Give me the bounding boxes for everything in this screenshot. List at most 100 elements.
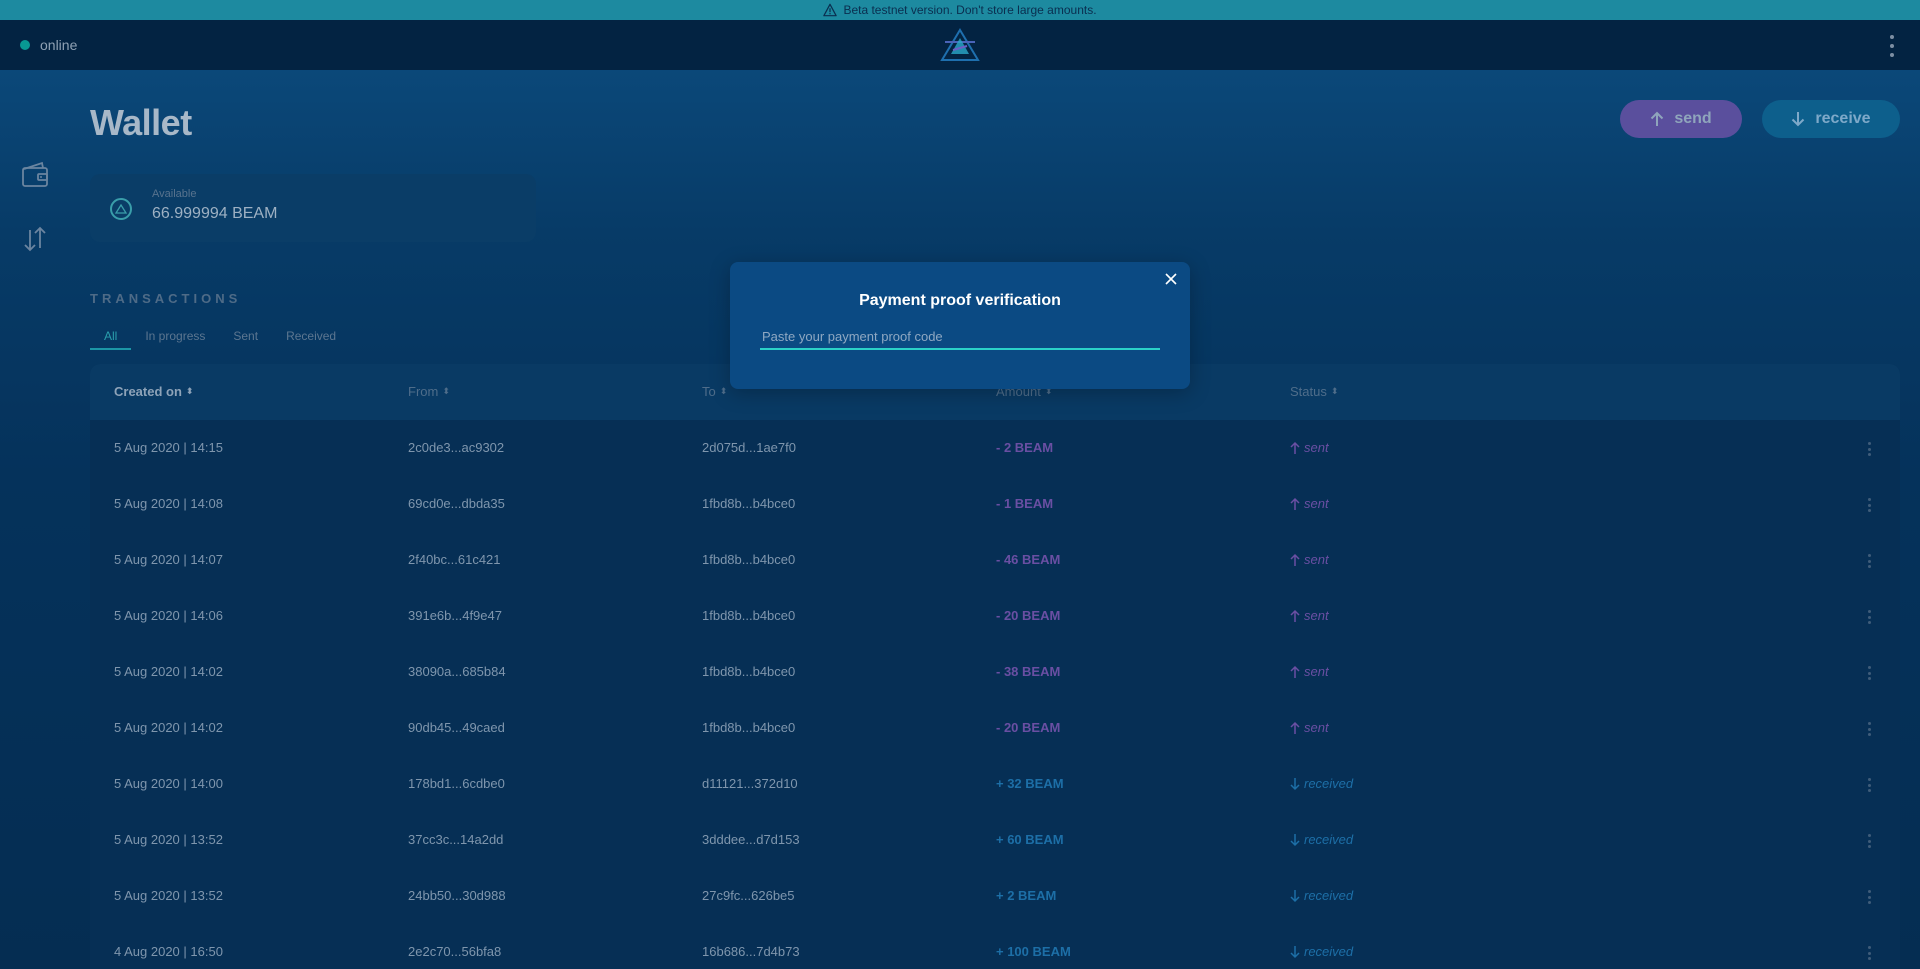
send-button-label: send [1674,110,1712,127]
dialog-title: Payment proof verification [859,292,1061,309]
table-row[interactable]: 5 Aug 2020 | 14:15 2c0de3...ac9302 2d075d.… [90,420,1900,476]
balance-label: Available [152,188,197,200]
to-address-cell: 3dddee...d7d153 [702,832,800,847]
from-address-cell: 90db45...49caed [408,720,505,735]
sort-icon: ⬍ [1330,386,1339,396]
from-address-cell: 178bd1...6cdbe0 [408,776,505,791]
status-label: received [1304,776,1354,791]
arrow-up-icon [1290,497,1300,510]
row-menu-icon[interactable] [1868,834,1872,848]
row-menu-icon[interactable] [1868,554,1872,568]
status-label: sent [1304,608,1329,623]
status-label: received [1304,888,1354,903]
table-row[interactable]: 5 Aug 2020 | 14:06 391e6b...4f9e47 1fbd8b.… [90,588,1900,644]
column-status[interactable]: Status ⬍ [1290,384,1338,399]
balance-card: Available 66.999994 BEAM [90,174,536,242]
to-address-cell: 27c9fc...626be5 [702,888,795,903]
row-menu-icon[interactable] [1868,778,1872,792]
created-on-cell: 5 Aug 2020 | 14:00 [114,776,223,791]
created-on-cell: 5 Aug 2020 | 13:52 [114,832,223,847]
to-address-cell: 1fbd8b...b4bce0 [702,608,796,623]
amount-cell: - 38 BEAM [996,664,1061,679]
row-menu-icon[interactable] [1868,442,1872,456]
more-vertical-icon[interactable] [1886,32,1898,60]
row-menu-icon[interactable] [1868,946,1872,960]
wallet-icon[interactable] [18,158,52,192]
beam-coin-icon [110,198,132,220]
close-icon[interactable] [1162,270,1180,288]
status-cell: sent [1290,440,1329,455]
from-address-cell: 2f40bc...61c421 [408,552,501,567]
top-header: online [0,20,1920,70]
amount-cell: - 1 BEAM [996,496,1054,511]
status-label: sent [1304,496,1329,511]
table-row[interactable]: 4 Aug 2020 | 16:50 2e2c70...56bfa8 16b686.… [90,924,1900,969]
arrow-up-icon [1290,609,1300,622]
amount-cell: - 2 BEAM [996,440,1054,455]
from-address-cell: 391e6b...4f9e47 [408,608,502,623]
to-address-cell: 1fbd8b...b4bce0 [702,496,796,511]
table-row[interactable]: 5 Aug 2020 | 14:08 69cd0e...dbda35 1fbd8b.… [90,476,1900,532]
from-address-cell: 2c0de3...ac9302 [408,440,505,455]
table-row[interactable]: 5 Aug 2020 | 14:00 178bd1...6cdbe0 d11121.… [90,756,1900,812]
balance-value: 66.999994 BEAM [152,205,278,222]
amount-cell: - 20 BEAM [996,608,1061,623]
table-row[interactable]: 5 Aug 2020 | 14:07 2f40bc...61c421 1fbd8b.… [90,532,1900,588]
tab-in-progress[interactable]: In progress [131,328,219,350]
status-label: sent [1304,664,1329,679]
created-on-cell: 5 Aug 2020 | 14:06 [114,608,223,623]
table-row[interactable]: 5 Aug 2020 | 13:52 24bb50...30d988 27c9fc.… [90,868,1900,924]
from-address-cell: 24bb50...30d988 [408,888,506,903]
send-button[interactable]: send [1620,100,1742,138]
arrow-up-icon [1651,111,1664,126]
row-menu-icon[interactable] [1868,610,1872,624]
created-on-cell: 5 Aug 2020 | 14:02 [114,720,223,735]
warning-icon [823,3,838,17]
status-cell: sent [1290,720,1329,735]
to-address-cell: d11121...372d10 [702,776,798,791]
status-cell: sent [1290,496,1329,511]
column-from[interactable]: From ⬍ [408,384,450,399]
column-created-on[interactable]: Created on ⬍ [114,384,193,399]
receive-button[interactable]: receive [1762,100,1900,138]
from-address-cell: 69cd0e...dbda35 [408,496,505,511]
table-row[interactable]: 5 Aug 2020 | 13:52 37cc3c...14a2dd 3dddee.… [90,812,1900,868]
status-label: sent [1304,552,1329,567]
transactions-heading: TRANSACTIONS [90,291,242,306]
transaction-tabs: All In progress Sent Received [90,328,350,350]
arrow-up-icon [1290,441,1300,454]
tab-sent[interactable]: Sent [219,328,272,350]
payment-proof-input[interactable] [760,324,1160,350]
row-menu-icon[interactable] [1868,722,1872,736]
table-row[interactable]: 5 Aug 2020 | 14:02 90db45...49caed 1fbd8b.… [90,700,1900,756]
payment-proof-dialog: Payment proof verification [730,262,1190,389]
amount-cell: + 32 BEAM [996,776,1064,791]
row-menu-icon[interactable] [1868,890,1872,904]
status-cell: sent [1290,664,1329,679]
amount-cell: + 60 BEAM [996,832,1064,847]
row-menu-icon[interactable] [1868,498,1872,512]
arrow-down-icon [1290,833,1300,846]
to-address-cell: 16b686...7d4b73 [702,944,800,959]
tab-received[interactable]: Received [272,328,350,350]
row-menu-icon[interactable] [1868,666,1872,680]
amount-cell: - 20 BEAM [996,720,1061,735]
arrow-down-icon [1792,112,1805,127]
status-label: received [1304,832,1354,847]
tab-all[interactable]: All [90,328,132,350]
connection-status: online [20,37,77,53]
column-to[interactable]: To ⬍ [702,384,727,399]
transfer-arrows-icon[interactable] [18,222,52,256]
status-label: sent [1304,440,1329,455]
table-row[interactable]: 5 Aug 2020 | 14:02 38090a...685b84 1fbd8b.… [90,644,1900,700]
to-address-cell: 1fbd8b...b4bce0 [702,664,796,679]
banner-text: Beta testnet version. Don't store large … [843,3,1097,17]
arrow-down-icon [1290,945,1300,958]
status-cell: sent [1290,552,1329,567]
status-label: sent [1304,720,1329,735]
created-on-cell: 5 Aug 2020 | 14:08 [114,496,223,511]
amount-cell: - 46 BEAM [996,552,1061,567]
status-cell: received [1290,888,1353,903]
to-address-cell: 1fbd8b...b4bce0 [702,552,796,567]
created-on-cell: 5 Aug 2020 | 14:15 [114,440,223,455]
